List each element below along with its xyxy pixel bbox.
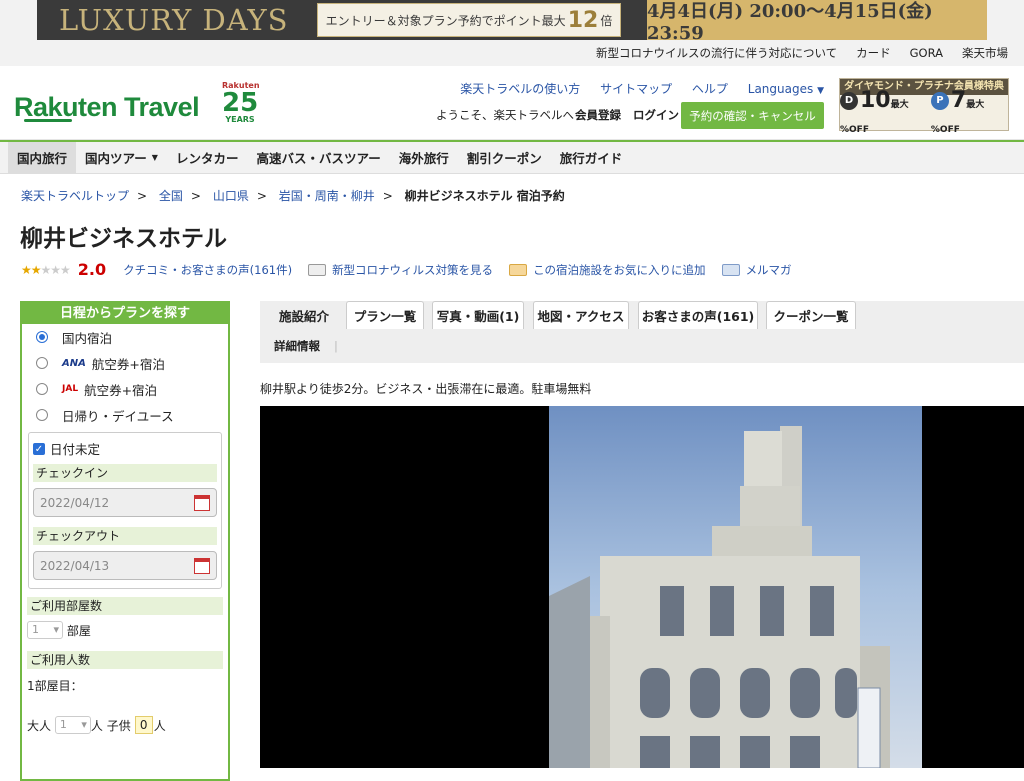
chevron-down-icon: ▼	[817, 86, 824, 96]
radio	[36, 357, 48, 369]
nav-rentacar[interactable]: レンタカー	[167, 142, 248, 173]
favorite-icon	[509, 263, 528, 276]
hotel-photo[interactable]	[260, 406, 1024, 768]
checkin-input[interactable]: 2022/04/12	[33, 488, 217, 517]
breadcrumb-prefecture[interactable]: 山口県	[213, 189, 249, 203]
tab-reviews[interactable]: お客さまの声(161)	[638, 301, 758, 329]
banner-title: LUXURY DAYS	[59, 3, 289, 37]
search-sidebar: 日程からプランを探す 国内宿泊 ANA 航空券+宿泊 JAL 航空券+宿泊 日帰り・…	[20, 301, 230, 781]
calendar-icon	[194, 557, 210, 574]
subtab-details[interactable]: 詳細情報 |	[274, 338, 338, 354]
promo-p: P 7最大 %OFF	[930, 87, 985, 135]
sidebar-header: 日程からプランを探す	[22, 303, 228, 324]
option-ana[interactable]: ANA 航空券+宿泊	[22, 350, 228, 376]
nav-bus[interactable]: 高速バス・バスツアー	[247, 142, 389, 173]
reservation-confirm-button[interactable]: 予約の確認・キャンセル	[681, 102, 824, 129]
register-link[interactable]: 会員登録	[575, 107, 621, 123]
children-input[interactable]: 0	[134, 716, 153, 734]
check-icon: ✓	[33, 442, 45, 455]
hotel-description: 柳井駅より徒歩2分。ビジネス・出張滞在に最適。駐車場無料	[260, 382, 592, 396]
jal-logo: JAL	[62, 384, 79, 394]
favorite-link[interactable]: この宿泊施設をお気に入りに追加	[509, 262, 706, 278]
checkin-label: チェックイン	[33, 464, 217, 482]
help-link[interactable]: ヘルプ	[692, 82, 728, 96]
option-jal[interactable]: JAL 航空券+宿泊	[22, 376, 228, 402]
tab-info[interactable]: 施設紹介	[270, 301, 338, 329]
breadcrumb-area[interactable]: 岩国・周南・柳井	[279, 189, 375, 203]
bus-icon	[308, 263, 327, 276]
rakuten-travel-logo[interactable]: Rakuten Travel	[14, 92, 200, 122]
util-link-gora[interactable]: GORA	[910, 46, 943, 60]
member-promo-banner[interactable]: ダイヤモンド・プラチナ会員様特典 D 10最大 %OFF P 7最大 %OFF	[839, 78, 1009, 135]
nav-domestic[interactable]: 国内旅行	[8, 142, 77, 173]
rooms-section: ご利用部屋数 1 部屋 ご利用人数 1部屋目： 大人 1人 子供0人	[27, 597, 223, 734]
util-link-ichiba[interactable]: 楽天市場	[962, 45, 1008, 61]
header-links: 楽天トラベルの使い方 サイトマップ ヘルプ Languages ▼	[444, 80, 824, 97]
tab-map[interactable]: 地図・アクセス	[533, 301, 629, 329]
diamond-icon: D	[840, 91, 858, 110]
howto-link[interactable]: 楽天トラベルの使い方	[460, 82, 580, 96]
nav-domestic-tour[interactable]: 国内ツアー ▼	[76, 142, 167, 173]
chevron-down-icon: ▼	[151, 153, 158, 162]
login-link[interactable]: ログイン	[633, 107, 679, 123]
anniversary-badge: Rakuten 25 YEARS	[222, 81, 260, 124]
sitemap-link[interactable]: サイトマップ	[600, 82, 672, 96]
rating-bar: ★★★★★ 2.0 クチコミ・お客さまの声(161件) 新型コロナウィルス対策を…	[21, 260, 808, 279]
rooms-select[interactable]: 1	[27, 621, 63, 639]
radio	[36, 383, 48, 395]
util-link-card[interactable]: カード	[856, 45, 891, 61]
checkout-input[interactable]: 2022/04/13	[33, 551, 217, 580]
option-domestic-stay[interactable]: 国内宿泊	[22, 324, 228, 350]
nav-guide[interactable]: 旅行ガイド	[551, 142, 632, 173]
site-header: Rakuten Travel Rakuten 25 YEARS 楽天トラベルの使い方…	[0, 66, 1024, 140]
date-box: ✓ 日付未定 チェックイン 2022/04/12 チェックアウト 2022/04/…	[28, 432, 222, 589]
checkout-label: チェックアウト	[33, 527, 217, 545]
languages-dropdown[interactable]: Languages ▼	[748, 82, 824, 96]
star-rating-icon: ★★★★★	[21, 262, 71, 277]
people-label: ご利用人数	[27, 651, 223, 669]
mailmag-link[interactable]: メルマガ	[721, 262, 792, 278]
calendar-icon	[194, 494, 210, 511]
tab-photos[interactable]: 写真・動画(1)	[432, 301, 524, 329]
rating-score: 2.0	[77, 260, 107, 279]
breadcrumb: 楽天トラベルトップ > 全国 > 山口県 > 岩国・周南・柳井 > 柳井ビジネスホテル …	[21, 189, 565, 203]
mail-icon	[721, 263, 740, 276]
global-nav: 国内旅行 国内ツアー ▼ レンタカー 高速バス・バスツアー 海外旅行 割引クーポン…	[0, 140, 1024, 174]
hotel-name: 柳井ビジネスホテル	[20, 226, 227, 252]
breadcrumb-top[interactable]: 楽天トラベルトップ	[21, 189, 129, 203]
nav-coupon[interactable]: 割引クーポン	[458, 142, 551, 173]
tab-coupons[interactable]: クーポン一覧	[766, 301, 856, 329]
hotel-tabs: 施設紹介 プラン一覧 写真・動画(1) 地図・アクセス お客さまの声(161) …	[260, 301, 1024, 363]
radio-selected	[36, 331, 48, 343]
tab-plans[interactable]: プラン一覧	[346, 301, 424, 329]
option-dayuse[interactable]: 日帰り・デイユース	[22, 402, 228, 428]
undecided-checkbox[interactable]: ✓ 日付未定	[33, 439, 217, 458]
hotel-building-image	[549, 406, 922, 768]
breadcrumb-national[interactable]: 全国	[159, 189, 183, 203]
breadcrumb-current: 柳井ビジネスホテル 宿泊予約	[404, 189, 565, 203]
promo-d: D 10最大 %OFF	[840, 87, 909, 135]
reviews-link[interactable]: クチコミ・お客さまの声(161件)	[123, 262, 292, 278]
nav-overseas[interactable]: 海外旅行	[390, 142, 458, 173]
welcome-text: ようこそ、楽天トラベルへ	[436, 108, 574, 122]
banner-entry: エントリー＆対象プラン予約でポイント最大 12 倍	[317, 3, 621, 37]
rooms-label: ご利用部屋数	[27, 597, 223, 615]
adults-select[interactable]: 1	[54, 716, 91, 734]
luxury-days-banner[interactable]: LUXURY DAYS エントリー＆対象プラン予約でポイント最大 12 倍 4月4日…	[37, 0, 987, 44]
banner-dates: 4月4日(月) 20:00～4月15日(金) 23:59	[647, 0, 987, 44]
utility-bar: 新型コロナウイルスの流行に伴う対応について カード GORA 楽天市場	[0, 40, 1024, 66]
platinum-icon: P	[930, 91, 949, 110]
ana-logo: ANA	[62, 357, 86, 369]
util-link-covid[interactable]: 新型コロナウイルスの流行に伴う対応について	[596, 45, 837, 61]
promo-banner-area: LUXURY DAYS エントリー＆対象プラン予約でポイント最大 12 倍 4月4日…	[0, 0, 1024, 44]
radio	[36, 409, 48, 421]
covid-link[interactable]: 新型コロナウィルス対策を見る	[308, 262, 493, 278]
